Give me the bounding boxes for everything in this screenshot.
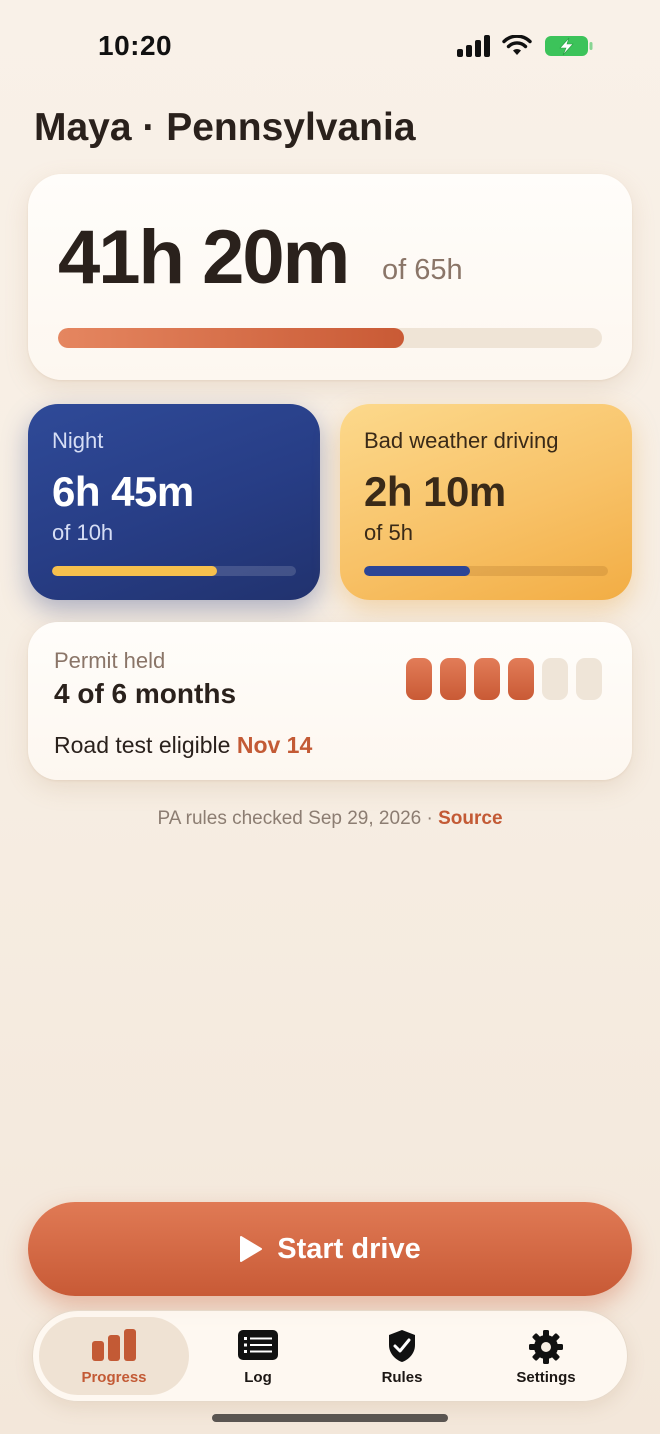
tab-progress-label: Progress	[81, 1369, 147, 1386]
tab-rules-label: Rules	[381, 1369, 423, 1386]
tab-settings[interactable]: Settings	[471, 1317, 621, 1395]
tab-bar: Progress Log Rules Settings	[32, 1310, 628, 1402]
permit-month-block	[576, 658, 602, 700]
start-drive-label: Start drive	[277, 1232, 421, 1265]
status-time: 10:20	[98, 30, 173, 61]
road-test-eligible: Road test eligible Nov 14	[54, 732, 312, 759]
permit-months-indicator	[406, 658, 602, 700]
status-bar: 10:20	[0, 0, 660, 96]
bad-weather-value: 2h 10m	[364, 468, 506, 515]
night-hours-card[interactable]: Night 6h 45m of 10h	[28, 404, 320, 600]
total-hours-value: 41h 20m	[58, 215, 350, 300]
bad-weather-progress-fill	[364, 566, 470, 576]
night-progress-fill	[52, 566, 217, 576]
road-test-eligible-date: Nov 14	[236, 732, 313, 758]
tab-log-label: Log	[244, 1369, 272, 1386]
home-indicator[interactable]	[212, 1414, 448, 1422]
wifi-icon	[502, 35, 532, 57]
bad-weather-progress-bar	[364, 566, 608, 576]
permit-month-block	[542, 658, 568, 700]
page-title: Maya · Pennsylvania	[34, 106, 416, 149]
source-link[interactable]: Source	[438, 808, 502, 829]
permit-label: Permit held	[54, 648, 166, 673]
list-icon	[237, 1329, 279, 1366]
night-label: Night	[52, 428, 104, 453]
shield-check-icon	[387, 1329, 417, 1368]
night-hours-goal: of 10h	[52, 520, 114, 545]
permit-month-block	[440, 658, 466, 700]
tab-progress[interactable]: Progress	[39, 1317, 189, 1395]
road-test-eligible-label: Road test eligible	[54, 732, 231, 758]
permit-card[interactable]: Permit held 4 of 6 months Road test elig…	[28, 622, 632, 780]
bar-chart-icon	[92, 1329, 136, 1366]
tab-log[interactable]: Log	[183, 1317, 333, 1395]
play-icon	[240, 1236, 263, 1262]
battery-charging-icon	[544, 34, 594, 58]
rules-note: PA rules checked Sep 29, 2026 · Source	[0, 808, 660, 830]
permit-month-block	[508, 658, 534, 700]
status-icons	[457, 34, 594, 58]
night-hours-value: 6h 45m	[52, 468, 194, 515]
bad-weather-goal: of 5h	[364, 520, 413, 545]
rules-checked-text: PA rules checked Sep 29, 2026 ·	[157, 808, 433, 829]
permit-month-block	[474, 658, 500, 700]
permit-month-block	[406, 658, 432, 700]
bad-weather-card[interactable]: Bad weather driving 2h 10m of 5h	[340, 404, 632, 600]
bad-weather-label: Bad weather driving	[364, 428, 559, 453]
night-progress-bar	[52, 566, 296, 576]
total-progress-bar	[58, 328, 602, 348]
tab-rules[interactable]: Rules	[327, 1317, 477, 1395]
total-hours-goal: of 65h	[382, 254, 463, 286]
gear-icon	[528, 1329, 564, 1370]
permit-months-value: 4 of 6 months	[54, 678, 237, 709]
start-drive-button[interactable]: Start drive	[28, 1202, 632, 1296]
total-progress-fill	[58, 328, 404, 348]
cellular-signal-icon	[457, 35, 490, 57]
tab-settings-label: Settings	[516, 1369, 576, 1386]
total-hours-card: 41h 20m of 65h	[28, 174, 632, 380]
